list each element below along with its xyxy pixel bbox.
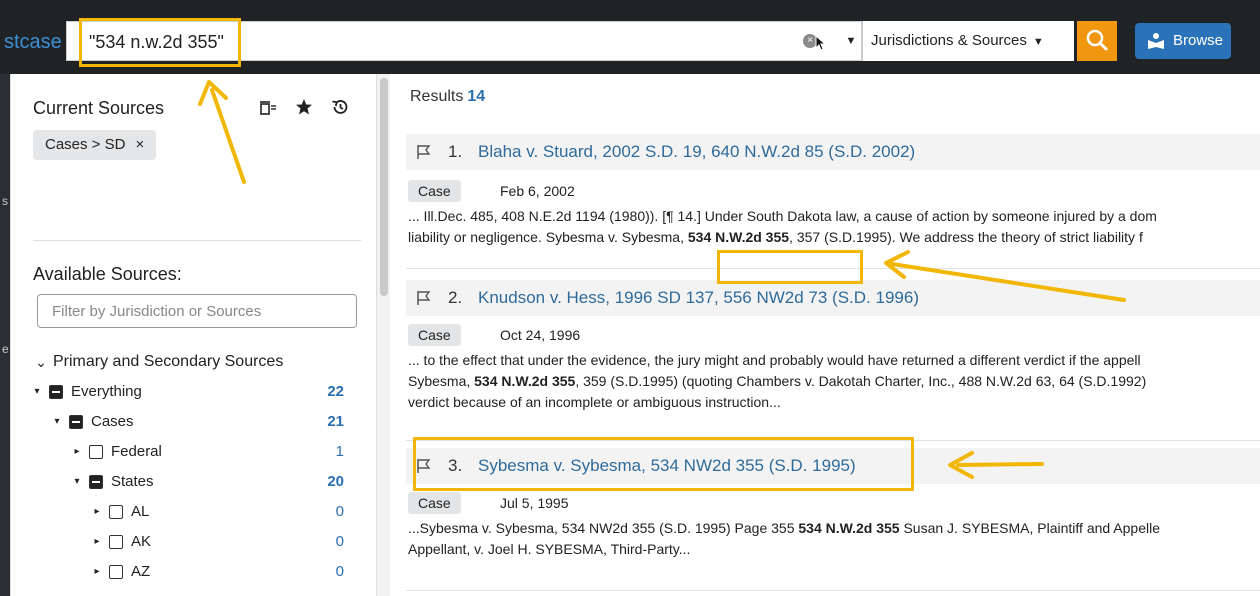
browse-book-icon <box>1148 33 1164 49</box>
browse-label: Browse <box>1173 32 1224 49</box>
scrollbar-thumb[interactable] <box>380 78 388 296</box>
result-type-badge: Case <box>408 180 461 202</box>
flag-icon[interactable] <box>416 144 432 160</box>
result-number: 2. <box>448 288 463 307</box>
filter-sources-input[interactable] <box>37 294 357 328</box>
tree-item[interactable]: ▾ States 20 <box>11 468 356 496</box>
checkbox[interactable] <box>89 475 103 489</box>
app-logo[interactable]: stcase <box>4 31 62 54</box>
result-title-link[interactable]: Knudson v. Hess, 1996 SD 137, 556 NW2d 7… <box>478 288 919 308</box>
left-edge-strip: s e <box>0 74 10 596</box>
sources-panel: Current Sources Cases > SD × Available So… <box>10 74 375 596</box>
result-snippet-line: liability or negligence. Sybesma v. Sybe… <box>408 229 1143 245</box>
expand-arrow-icon[interactable]: ▸ <box>91 558 103 586</box>
search-options-dropdown[interactable]: ▼ <box>843 32 859 50</box>
tree-item-count: 22 <box>327 383 344 400</box>
search-button[interactable] <box>1077 21 1117 61</box>
result-divider <box>406 590 1260 591</box>
current-sources-title: Current Sources <box>33 98 165 118</box>
result-date: Oct 24, 1996 <box>500 327 581 343</box>
tree-item-label: States <box>111 473 154 490</box>
checkbox[interactable] <box>109 565 123 579</box>
chip-label: Cases > SD <box>45 136 126 153</box>
checkbox[interactable] <box>49 385 63 399</box>
star-icon[interactable] <box>295 98 313 116</box>
tree-item[interactable]: ▸ AZ 0 <box>11 558 356 586</box>
tree-item-count: 21 <box>327 413 344 430</box>
chevron-down-icon[interactable]: ⌄ <box>35 348 47 376</box>
checkbox[interactable] <box>109 535 123 549</box>
annotation-box-result <box>413 437 914 491</box>
cursor-icon <box>815 35 827 51</box>
expand-arrow-icon[interactable]: ▸ <box>71 438 83 466</box>
result-snippet-line: Appellant, v. Joel H. SYBESMA, Third-Par… <box>408 541 691 557</box>
result-snippet-line: ... Ill.Dec. 485, 408 N.E.2d 1194 (1980)… <box>408 208 1157 224</box>
tree-item-label: Everything <box>71 383 142 400</box>
divider <box>33 240 361 241</box>
expand-arrow-icon[interactable]: ▸ <box>91 528 103 556</box>
tree-item-label: AK <box>131 533 152 550</box>
results-label: Results <box>410 88 464 105</box>
tree-item-count: 20 <box>327 473 344 490</box>
tree-item-count: 0 <box>335 533 344 550</box>
current-source-chip[interactable]: Cases > SD × <box>33 130 157 160</box>
result-snippet-line: ... to the effect that under the evidenc… <box>408 352 1141 368</box>
result-number: 1. <box>448 142 463 161</box>
tree-item-label: Cases <box>91 413 134 430</box>
result-item: 2. Knudson v. Hess, 1996 SD 137, 556 NW2… <box>406 280 1260 430</box>
checkbox[interactable] <box>89 445 103 459</box>
results-header: Results 14 <box>410 88 485 106</box>
tree-item-label: AZ <box>131 563 151 580</box>
result-snippet-line: verdict because of an incomplete or ambi… <box>408 394 781 410</box>
tree-item-count: 1 <box>335 443 344 460</box>
expand-arrow-icon[interactable]: ▾ <box>51 408 63 436</box>
left-panel-scrollbar[interactable] <box>376 74 390 596</box>
expand-arrow-icon[interactable]: ▾ <box>71 468 83 496</box>
search-icon <box>1086 29 1108 51</box>
tree-item[interactable]: ▾ Cases 21 <box>11 408 356 436</box>
annotation-box-search <box>79 18 241 67</box>
tree-item-count: 0 <box>335 563 344 580</box>
history-icon[interactable] <box>331 98 349 116</box>
citation-highlight: 534 N.W.2d 355 <box>687 229 790 245</box>
tree-item[interactable]: ⌄ Primary and Secondary Sources <box>11 348 356 376</box>
tree-item[interactable]: ▸ Federal 1 <box>11 438 356 466</box>
checkbox[interactable] <box>109 505 123 519</box>
tree-item-label: AL <box>131 503 150 520</box>
result-date: Feb 6, 2002 <box>500 183 575 199</box>
tree-item[interactable]: ▸ AL 0 <box>11 498 356 526</box>
flag-icon[interactable] <box>416 290 432 306</box>
browse-button[interactable]: Browse <box>1135 23 1231 59</box>
checkbox[interactable] <box>69 415 83 429</box>
tree-item[interactable]: ▸ AK 0 <box>11 528 356 556</box>
citation-highlight: 534 N.W.2d 355 <box>798 520 900 536</box>
citation-highlight: 534 N.W.2d 355 <box>474 373 576 389</box>
result-type-badge: Case <box>408 492 461 514</box>
result-type-badge: Case <box>408 324 461 346</box>
tree-item-label: Primary and Secondary Sources <box>53 353 284 370</box>
expand-arrow-icon[interactable]: ▸ <box>91 498 103 526</box>
jurisdictions-label: Jurisdictions & Sources <box>871 32 1027 49</box>
jurisdictions-dropdown[interactable]: Jurisdictions & Sources ▼ <box>862 21 1074 61</box>
chevron-down-icon: ▼ <box>1032 36 1044 48</box>
result-title-link[interactable]: Blaha v. Stuard, 2002 S.D. 19, 640 N.W.2… <box>478 142 915 162</box>
result-snippet-line: ...Sybesma v. Sybesma, 534 NW2d 355 (S.D… <box>408 520 1161 536</box>
result-item: 1. Blaha v. Stuard, 2002 S.D. 19, 640 N.… <box>406 134 1260 264</box>
close-icon[interactable]: × <box>135 136 144 153</box>
result-date: Jul 5, 1995 <box>500 495 569 511</box>
filter-icon[interactable] <box>259 98 277 116</box>
tree-item[interactable]: ▾ Everything 22 <box>11 378 356 406</box>
available-sources-title: Available Sources: <box>33 264 182 284</box>
results-count: 14 <box>467 88 486 105</box>
annotation-box-citation <box>717 250 863 284</box>
result-title-bar: 1. Blaha v. Stuard, 2002 S.D. 19, 640 N.… <box>406 134 1260 170</box>
tree-item-label: Federal <box>111 443 162 460</box>
result-title-bar: 2. Knudson v. Hess, 1996 SD 137, 556 NW2… <box>406 280 1260 316</box>
expand-arrow-icon[interactable]: ▾ <box>31 378 43 406</box>
result-snippet-line: Sybesma, 534 N.W.2d 355, 359 (S.D.1995) … <box>408 373 1147 389</box>
tree-item-count: 0 <box>335 503 344 520</box>
